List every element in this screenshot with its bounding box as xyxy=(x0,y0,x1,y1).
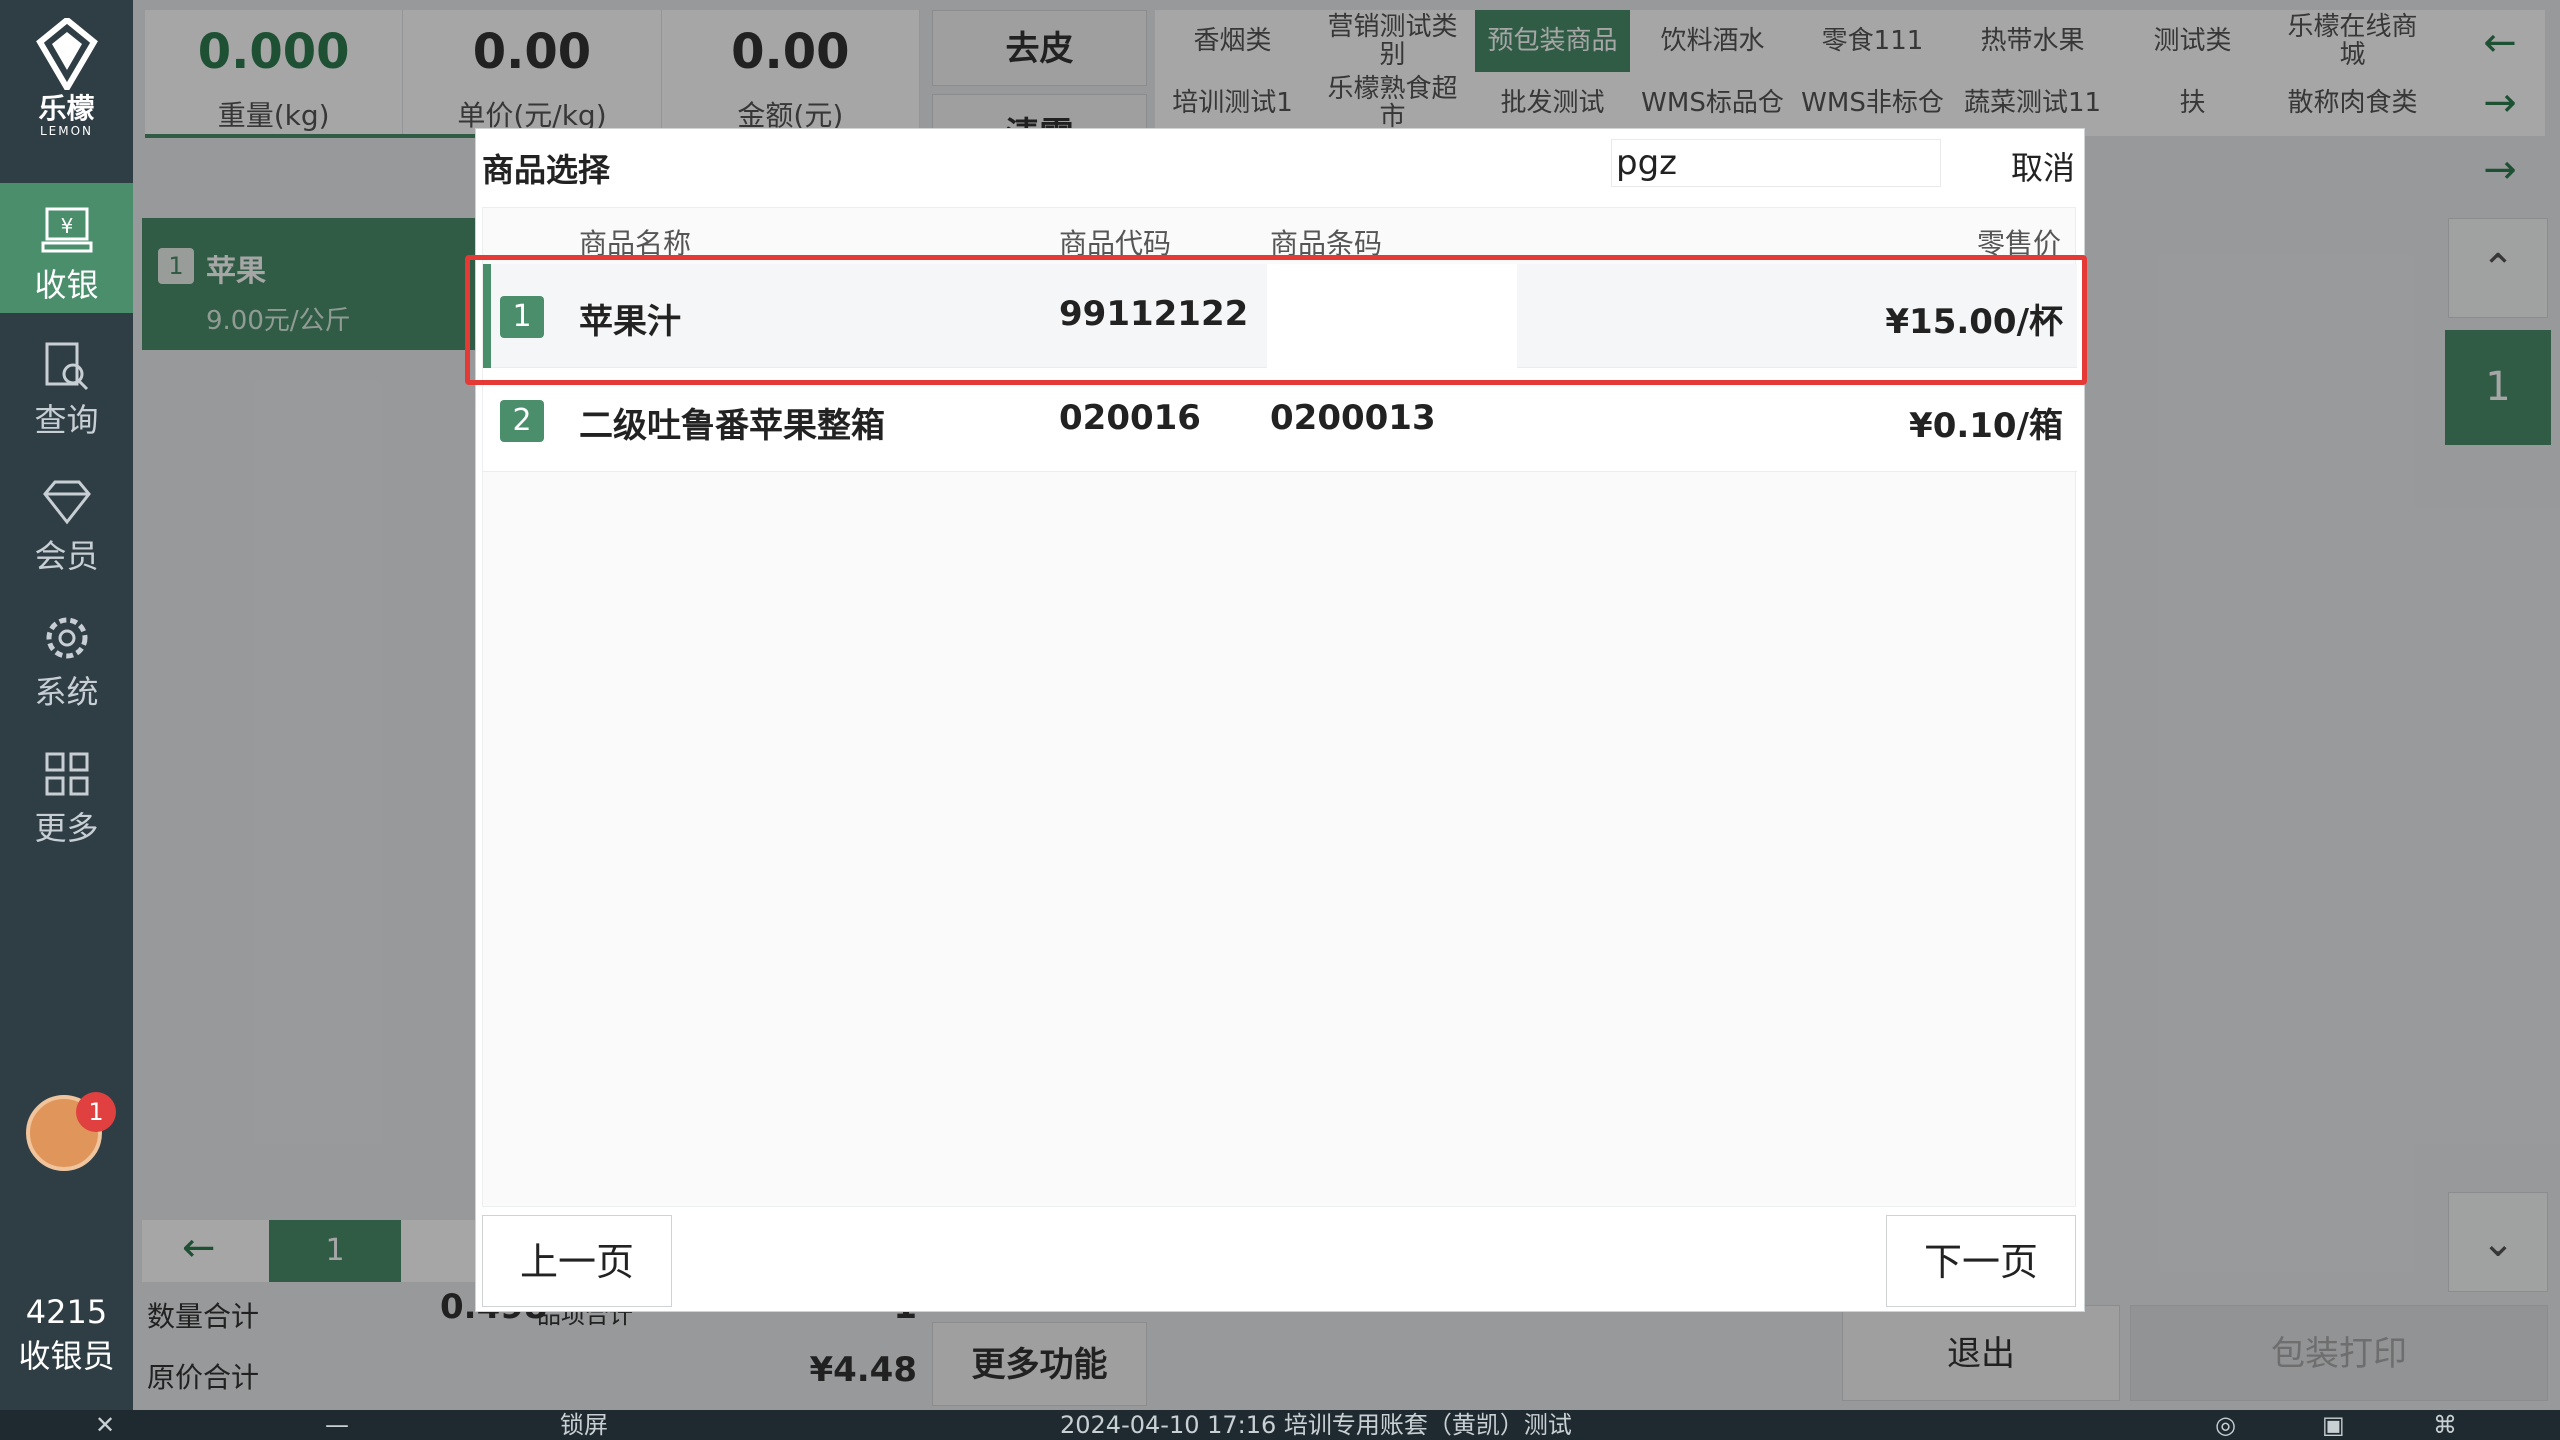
logo-text-cn: 乐檬 xyxy=(38,92,95,125)
search-doc-icon xyxy=(45,342,88,391)
grid-icon xyxy=(45,752,88,796)
logo-text-en: LEMON xyxy=(39,124,94,138)
nav-cashier[interactable]: ¥ 收银 xyxy=(0,183,133,313)
sidebar: 乐檬 LEMON ¥ 收银 查询 会员 系统 更多 1 4215 收银员 xyxy=(0,0,133,1410)
app-logo: 乐檬 LEMON xyxy=(0,16,133,138)
globe-icon: ◎ xyxy=(2215,1411,2236,1439)
close-icon[interactable]: ✕ xyxy=(95,1410,115,1440)
row-barcode: 0200013 xyxy=(1270,398,1436,438)
dialog-title: 商品选择 xyxy=(482,151,611,189)
svg-text:¥: ¥ xyxy=(60,214,73,238)
nav-more[interactable]: 更多 xyxy=(0,726,133,856)
status-bar: ✕ — 锁屏 2024-04-10 17:16 培训专用账套（黄凯）测试 ◎ ▣… xyxy=(0,1410,2560,1440)
nav-query[interactable]: 查询 xyxy=(0,318,133,448)
notification-badge: 1 xyxy=(76,1092,116,1132)
monitor-icon: ▣ xyxy=(2322,1411,2345,1439)
row-index: 2 xyxy=(500,400,544,442)
cashier-id: 4215 xyxy=(25,1293,108,1331)
diamond-icon xyxy=(42,480,91,525)
nav-system-label: 系统 xyxy=(34,673,99,711)
nav-system[interactable]: 系统 xyxy=(0,590,133,720)
prev-page-button[interactable]: 上一页 xyxy=(482,1215,672,1307)
minimize-icon[interactable]: — xyxy=(325,1410,349,1440)
lemon-logo-icon xyxy=(35,16,98,94)
cashier-role: 收银员 xyxy=(18,1337,115,1375)
gear-icon xyxy=(46,617,87,659)
product-search-input[interactable]: pgz xyxy=(1611,139,1941,187)
nav-member-label: 会员 xyxy=(34,537,99,575)
row-price: ¥0.10/箱 xyxy=(1909,406,2063,446)
nav-member[interactable]: 会员 xyxy=(0,454,133,584)
nav-query-label: 查询 xyxy=(34,401,99,439)
lock-screen[interactable]: 锁屏 xyxy=(560,1410,608,1440)
nav-cashier-label: 收银 xyxy=(34,266,99,304)
row-name: 二级吐鲁番苹果整箱 xyxy=(579,406,885,446)
cancel-button[interactable]: 取消 xyxy=(2011,143,2075,189)
highlight-box xyxy=(465,255,2087,385)
cashier-info: 4215 收银员 xyxy=(0,1290,133,1378)
wifi-icon: ⌘ xyxy=(2433,1411,2457,1439)
cashier-icon: ¥ xyxy=(41,207,92,253)
row-code: 020016 xyxy=(1059,398,1201,438)
next-page-button[interactable]: 下一页 xyxy=(1886,1215,2076,1307)
nav-more-label: 更多 xyxy=(34,809,99,847)
status-info: 2024-04-10 17:16 培训专用账套（黄凯）测试 xyxy=(1060,1411,1572,1439)
